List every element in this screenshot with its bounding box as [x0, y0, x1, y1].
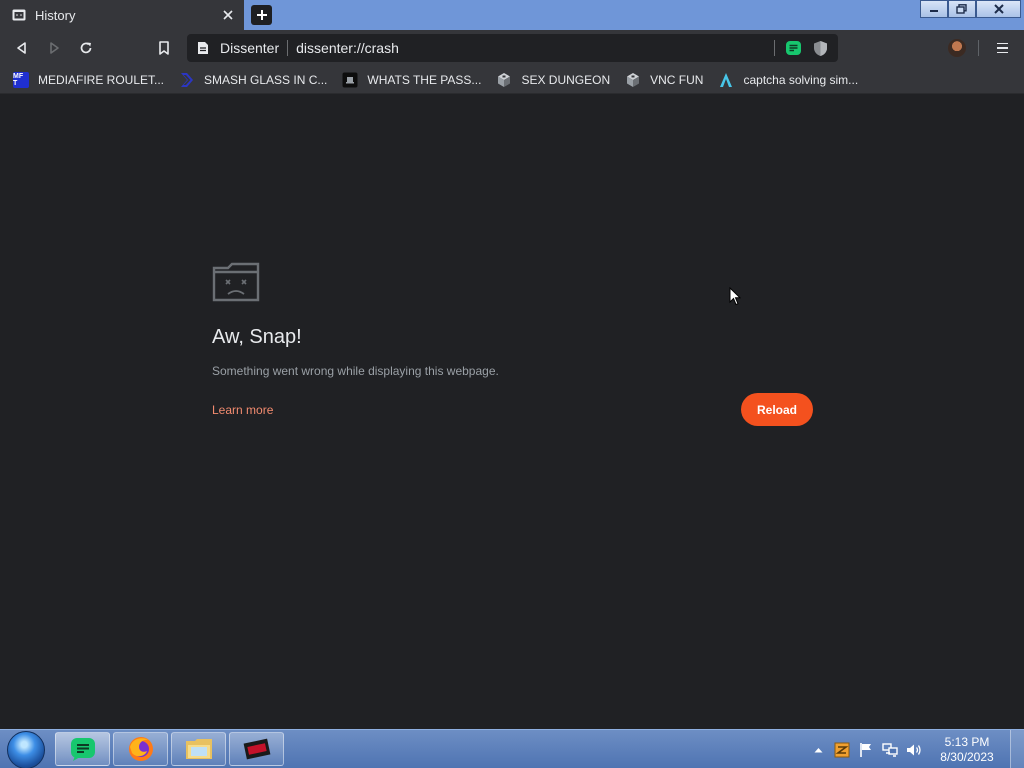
tab-title: History — [35, 7, 76, 23]
show-desktop-button[interactable] — [1010, 730, 1024, 768]
toolbar-divider — [978, 40, 979, 56]
history-icon — [12, 9, 26, 21]
sad-folder-icon — [212, 262, 260, 302]
back-icon — [17, 42, 26, 54]
omnibox-divider — [774, 40, 775, 56]
profile-avatar[interactable] — [948, 39, 966, 57]
bookmark-smash-glass[interactable]: SMASH GLASS IN C... — [179, 68, 327, 92]
bookmark-label: captcha solving sim... — [743, 72, 859, 87]
reload-icon — [80, 42, 92, 54]
error-title: Aw, Snap! — [212, 326, 302, 348]
bookmark-mediafire-roulette[interactable]: MF T MEDIAFIRE ROULET... — [13, 68, 164, 92]
page-content: Aw, Snap! Something went wrong while dis… — [0, 95, 1024, 729]
new-tab-button[interactable] — [251, 5, 272, 25]
tray-app-icon[interactable] — [832, 740, 852, 760]
bookmark-captcha-solving[interactable]: captcha solving sim... — [718, 68, 858, 92]
network-icon[interactable] — [880, 740, 900, 760]
lambda-icon — [718, 72, 734, 88]
close-button[interactable] — [976, 0, 1021, 18]
system-tray: 5:13 PM 8/30/2023 — [804, 730, 1024, 768]
restore-icon — [956, 4, 967, 14]
clock-date: 8/30/2023 — [940, 749, 994, 764]
taskbar-firefox[interactable] — [113, 732, 168, 766]
globe-icon — [625, 72, 641, 88]
dark-square-icon — [342, 72, 358, 88]
show-hidden-icons[interactable] — [808, 740, 828, 760]
window-controls — [920, 0, 1021, 18]
site-name: Dissenter — [220, 40, 280, 56]
close-icon — [993, 4, 1004, 14]
tab-close-icon[interactable] — [220, 7, 236, 23]
back-button[interactable] — [12, 38, 32, 58]
firefox-icon — [128, 737, 153, 761]
system-clock[interactable]: 5:13 PM 8/30/2023 — [928, 735, 1006, 765]
forward-icon — [50, 42, 59, 54]
browser-toolbar: Dissenter dissenter://crash — [0, 30, 1024, 66]
plus-icon — [256, 10, 267, 20]
menu-icon-line — [996, 47, 1008, 49]
shield-icon[interactable] — [811, 39, 829, 57]
menu-icon-line — [996, 42, 1008, 45]
reload-button[interactable]: Reload — [741, 393, 813, 426]
bookmark-icon — [159, 41, 169, 55]
title-bar: History — [0, 0, 1024, 30]
taskbar: 5:13 PM 8/30/2023 — [0, 729, 1024, 768]
bookmark-whats-the-pass[interactable]: WHATS THE PASS... — [342, 68, 481, 92]
volume-icon[interactable] — [904, 740, 924, 760]
forward-button[interactable] — [44, 38, 64, 58]
omnibox-divider — [287, 40, 289, 56]
tab-history[interactable]: History — [0, 0, 244, 30]
globe-icon — [496, 72, 512, 88]
dissenter-comments-icon[interactable] — [784, 39, 802, 57]
learn-more-link[interactable]: Learn more — [212, 403, 273, 417]
clock-time: 5:13 PM — [944, 734, 990, 749]
bookmark-vnc-fun[interactable]: VNC FUN — [625, 68, 703, 92]
media-app-icon — [243, 738, 270, 760]
error-message: Something went wrong while displaying th… — [212, 364, 499, 378]
taskbar-dissenter[interactable] — [55, 732, 110, 766]
page-icon — [198, 42, 208, 54]
address-bar[interactable]: Dissenter dissenter://crash — [187, 34, 838, 62]
bookmark-button[interactable] — [154, 38, 174, 58]
flag-icon[interactable] — [856, 740, 876, 760]
mouse-cursor-icon — [729, 287, 741, 306]
bookmark-label: SEX DUNGEON — [521, 72, 611, 87]
reload-toolbar-button[interactable] — [76, 38, 96, 58]
menu-icon-line — [996, 51, 1008, 54]
minimize-button[interactable] — [920, 0, 948, 18]
file-explorer-icon — [185, 739, 212, 759]
bookmark-sex-dungeon[interactable]: SEX DUNGEON — [496, 68, 610, 92]
start-button[interactable] — [7, 731, 45, 768]
bookmark-label: VNC FUN — [650, 72, 704, 87]
bookmark-label: WHATS THE PASS... — [367, 72, 482, 87]
restore-button[interactable] — [948, 0, 976, 18]
dissenter-icon — [70, 738, 95, 761]
mediafire-icon: MF T — [13, 71, 29, 88]
site-info-chip[interactable]: Dissenter — [187, 34, 287, 62]
browser-menu-button[interactable] — [993, 38, 1011, 58]
taskbar-file-explorer[interactable] — [171, 732, 226, 766]
minimize-icon — [930, 10, 938, 12]
bookmark-label: MEDIAFIRE ROULET... — [38, 72, 165, 87]
chevron-icon — [179, 72, 195, 88]
bookmarks-bar: MF T MEDIAFIRE ROULET... SMASH GLASS IN … — [0, 66, 1024, 94]
url-text[interactable]: dissenter://crash — [296, 40, 774, 56]
bookmark-label: SMASH GLASS IN C... — [204, 72, 328, 87]
taskbar-media-app[interactable] — [229, 732, 284, 766]
